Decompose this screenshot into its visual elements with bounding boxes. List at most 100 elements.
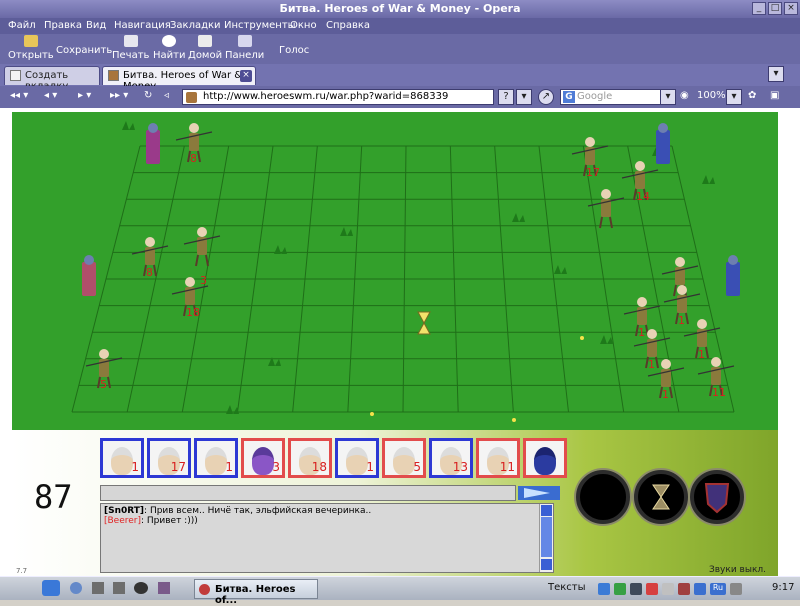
open-button[interactable]: Открыть [8, 35, 54, 61]
chat-log: [Sn0RT]: Прив всем.. Ничё так, эльфийска… [100, 503, 554, 573]
menu-bookmarks[interactable]: Закладки [170, 20, 221, 31]
sounds-toggle[interactable]: Звуки выкл. [709, 565, 766, 575]
page-tools-icon[interactable]: ✿ [748, 90, 756, 101]
forward-icon[interactable]: ▸ ▾ [78, 90, 91, 101]
menu-view[interactable]: Вид [86, 20, 106, 31]
menu-tools[interactable]: Инструменты [224, 20, 296, 31]
desktop-quicklaunch-icon[interactable] [113, 582, 125, 594]
left-unit-head [99, 349, 109, 359]
queue-slot[interactable]: 13 [429, 438, 473, 478]
home-button[interactable]: Домой [188, 35, 222, 61]
spellbook-button[interactable] [576, 470, 630, 524]
url-dropdown-icon[interactable]: ▾ [516, 89, 532, 105]
queue-slot[interactable]: 5 [382, 438, 426, 478]
trash-icon[interactable]: ▾ [768, 66, 784, 82]
url-field[interactable]: http://www.heroeswm.ru/war.php?warid=868… [182, 89, 494, 105]
save-button[interactable]: Сохранить [56, 42, 112, 56]
tab-battle[interactable]: Битва. Heroes of War & Money × [102, 66, 256, 92]
back-double-icon[interactable]: ◂◂ ▾ [10, 90, 28, 101]
reload-icon[interactable]: ↻ [144, 90, 152, 101]
scroll-down-icon[interactable] [541, 559, 552, 570]
printer-icon [123, 35, 138, 47]
panels-label: Панели [225, 50, 265, 61]
tray-sync-icon[interactable] [614, 583, 626, 595]
scroll-thumb[interactable] [541, 517, 552, 557]
battlefield[interactable]: 8 8 18 5 3 17 14 1 1 1 1 1 11 [12, 112, 778, 430]
defend-button[interactable] [690, 470, 744, 524]
browser-quicklaunch-icon[interactable] [70, 582, 82, 594]
tray-time-sync-icon[interactable] [730, 583, 742, 595]
tray-stop-icon[interactable] [678, 583, 690, 595]
search-dropdown-icon[interactable]: ▾ [660, 89, 676, 105]
url-text: http://www.heroeswm.ru/war.php?warid=868… [203, 91, 449, 102]
queue-slot[interactable]: 11 [476, 438, 520, 478]
zoom-dropdown-icon[interactable]: ▾ [726, 89, 742, 105]
print-button[interactable]: Печать [112, 35, 149, 61]
queue-slot[interactable]: 1 [100, 438, 144, 478]
chat-send-button[interactable] [518, 486, 560, 500]
left-hero[interactable] [146, 130, 160, 164]
tray-monitor-icon[interactable] [630, 583, 642, 595]
forward-double-icon[interactable]: ▸▸ ▾ [110, 90, 128, 101]
flower [512, 418, 516, 422]
queue-slot[interactable]: 3 [241, 438, 285, 478]
chat-scrollbar[interactable] [539, 504, 553, 572]
menu-file[interactable]: Файл [8, 20, 36, 31]
unit-count: 1 [648, 358, 655, 371]
right-hero-2-head [728, 255, 738, 265]
menu-navigation[interactable]: Навигация [114, 20, 171, 31]
find-label: Найти [153, 50, 186, 61]
menu-window[interactable]: Окно [290, 20, 317, 31]
chat-input[interactable] [100, 485, 516, 501]
search-input[interactable]: G Google [560, 89, 674, 105]
extensions-icon[interactable]: ▣ [770, 90, 779, 101]
unit-count: 17 [586, 166, 600, 179]
tray-network-icon[interactable] [598, 583, 610, 595]
tray-volume-icon[interactable] [662, 583, 674, 595]
print-label: Печать [112, 50, 150, 61]
scroll-up-icon[interactable] [541, 505, 552, 516]
right-hero[interactable] [656, 130, 670, 164]
queue-slot[interactable] [523, 438, 567, 478]
texts-toolbar[interactable]: Тексты [548, 582, 586, 593]
close-window-button[interactable]: × [784, 2, 798, 15]
game-favicon-icon [108, 70, 119, 81]
menu-edit[interactable]: Правка [44, 20, 82, 31]
back-icon[interactable]: ◂ ▾ [44, 90, 57, 101]
minimize-button[interactable]: _ [752, 2, 766, 15]
save-quicklaunch-icon[interactable] [92, 582, 104, 594]
queue-slot[interactable]: 18 [288, 438, 332, 478]
maximize-button[interactable]: □ [768, 2, 782, 15]
left-hero-2[interactable] [82, 262, 96, 296]
queue-slot[interactable]: 1 [194, 438, 238, 478]
panels-icon [237, 35, 252, 47]
menu-help[interactable]: Справка [326, 20, 370, 31]
find-button[interactable]: Найти [153, 35, 185, 61]
chat-user[interactable]: [Sn0RT] [104, 506, 144, 516]
right-hero-2[interactable] [726, 262, 740, 296]
unit-count: 14 [636, 190, 650, 203]
panels-button[interactable]: Панели [225, 35, 264, 61]
zoom-level[interactable]: 100% [697, 90, 726, 101]
queue-count: 18 [311, 460, 327, 474]
eye-icon[interactable]: ◉ [680, 90, 689, 101]
tray-antivirus-icon[interactable] [646, 583, 658, 595]
queue-count: 5 [413, 460, 421, 474]
app-quicklaunch-icon[interactable] [158, 582, 170, 594]
go-icon[interactable]: ↗ [538, 89, 554, 105]
taskbar-task-opera[interactable]: Битва. Heroes of... [194, 579, 318, 606]
tray-messenger-icon[interactable] [694, 583, 706, 595]
grass-tuft [226, 405, 239, 414]
media-quicklaunch-icon[interactable] [134, 582, 148, 594]
chat-user[interactable]: [Beerer] [104, 516, 141, 526]
wait-button[interactable] [634, 470, 688, 524]
voice-button[interactable]: Голос [279, 42, 309, 56]
queue-slot[interactable]: 1 [335, 438, 379, 478]
tab-new[interactable]: Создать вкладку [4, 66, 100, 92]
help-icon[interactable]: ? [498, 89, 514, 105]
tray-language-icon[interactable]: Ru [710, 583, 726, 595]
queue-slot[interactable]: 17 [147, 438, 191, 478]
rewind-icon[interactable]: ◃ [164, 90, 169, 101]
close-tab-icon[interactable]: × [240, 70, 252, 82]
windows-start-icon[interactable] [42, 580, 60, 596]
